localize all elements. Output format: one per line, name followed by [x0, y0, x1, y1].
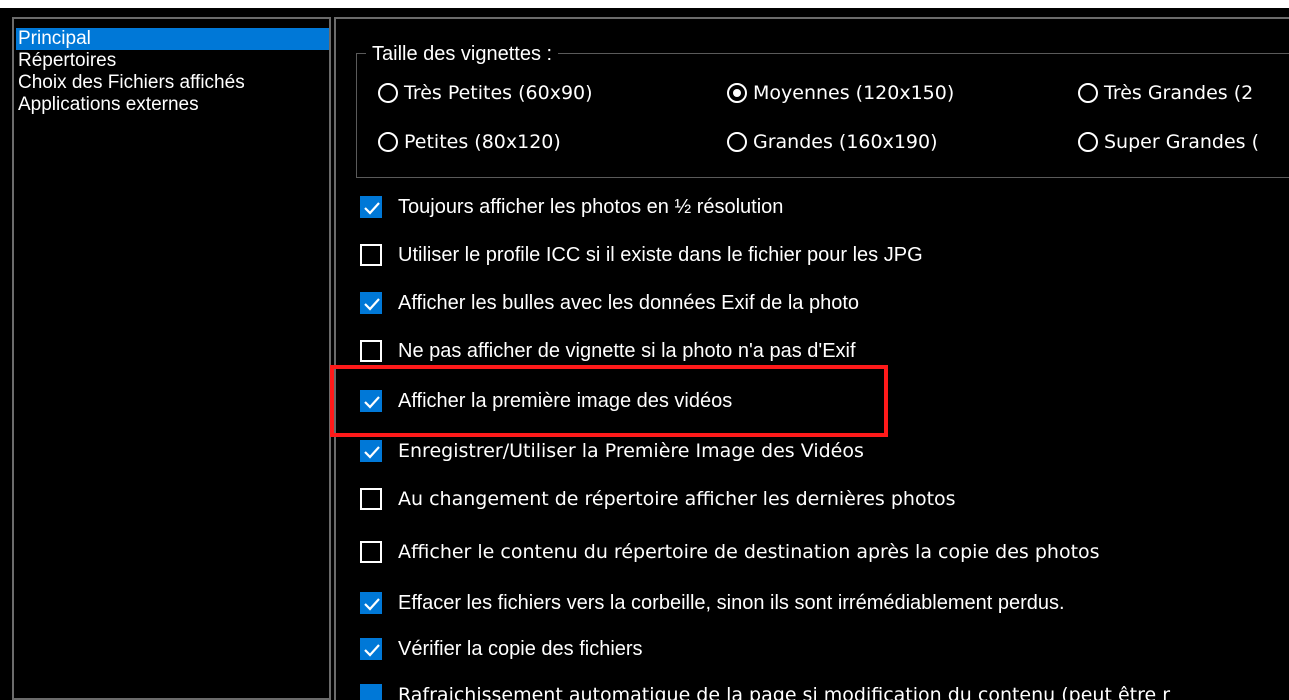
radio-label: Moyennes (120x150): [753, 82, 955, 104]
option-label: Utiliser le profile ICC si il existe dan…: [398, 243, 923, 266]
settings-nav-list: Principal Répertoires Choix des Fichiers…: [12, 17, 331, 700]
option-label: Afficher le contenu du répertoire de des…: [398, 541, 1100, 563]
checkbox-checked-icon[interactable]: [360, 390, 382, 412]
checkbox-unchecked-icon[interactable]: [360, 541, 382, 563]
option-label: Ne pas afficher de vignette si la photo …: [398, 339, 856, 362]
option-effacer-corbeille[interactable]: Effacer les fichiers vers la corbeille, …: [360, 588, 1065, 618]
checkbox-checked-icon[interactable]: [360, 638, 382, 660]
option-rafraichissement[interactable]: Rafraichissement automatique de la page …: [360, 684, 1170, 700]
radio-selected-icon: [727, 83, 747, 103]
radio-grandes[interactable]: Grandes (160x190): [727, 128, 938, 156]
window-top-edge: [0, 0, 1289, 8]
nav-item-principal[interactable]: Principal: [16, 28, 329, 50]
nav-item-choix-fichiers[interactable]: Choix des Fichiers affichés: [18, 72, 245, 94]
option-label: Enregistrer/Utiliser la Première Image d…: [398, 440, 864, 462]
option-profile-icc[interactable]: Utiliser le profile ICC si il existe dan…: [360, 240, 923, 270]
option-label: Vérifier la copie des fichiers: [398, 637, 643, 660]
radio-label: Très Grandes (2: [1104, 82, 1254, 104]
radio-circle-icon: [378, 83, 398, 103]
checkbox-checked-icon[interactable]: [360, 684, 382, 700]
option-dernieres-photos[interactable]: Au changement de répertoire afficher les…: [360, 484, 956, 514]
radio-moyennes[interactable]: Moyennes (120x150): [727, 79, 954, 107]
radio-circle-icon: [378, 132, 398, 152]
radio-label: Grandes (160x190): [753, 131, 938, 153]
checkbox-checked-icon[interactable]: [360, 292, 382, 314]
radio-circle-icon: [1078, 83, 1098, 103]
option-demi-resolution[interactable]: Toujours afficher les photos en ½ résolu…: [360, 192, 783, 222]
option-label: Toujours afficher les photos en ½ résolu…: [398, 195, 784, 218]
thumbnail-size-title: Taille des vignettes :: [366, 42, 559, 66]
option-label: Effacer les fichiers vers la corbeille, …: [398, 591, 1065, 614]
radio-tres-grandes[interactable]: Très Grandes (2: [1078, 79, 1253, 107]
radio-label: Petites (80x120): [404, 131, 561, 153]
checkbox-unchecked-icon[interactable]: [360, 340, 382, 362]
checkbox-unchecked-icon[interactable]: [360, 488, 382, 510]
radio-circle-icon: [1078, 132, 1098, 152]
option-label: Rafraichissement automatique de la page …: [398, 684, 1171, 700]
checkbox-checked-icon[interactable]: [360, 592, 382, 614]
option-contenu-destination[interactable]: Afficher le contenu du répertoire de des…: [360, 537, 1100, 567]
nav-item-applications-externes[interactable]: Applications externes: [18, 94, 199, 116]
radio-tres-petites[interactable]: Très Petites (60x90): [378, 79, 593, 107]
option-pas-vignette-sans-exif[interactable]: Ne pas afficher de vignette si la photo …: [360, 336, 856, 366]
checkbox-checked-icon[interactable]: [360, 196, 382, 218]
option-bulles-exif[interactable]: Afficher les bulles avec les données Exi…: [360, 288, 859, 318]
settings-window: Principal Répertoires Choix des Fichiers…: [0, 0, 1289, 700]
radio-label: Très Petites (60x90): [404, 82, 593, 104]
option-label: Au changement de répertoire afficher les…: [398, 488, 956, 510]
option-verifier-copie[interactable]: Vérifier la copie des fichiers: [360, 634, 643, 664]
thumbnail-size-group: [356, 53, 1289, 178]
nav-item-repertoires[interactable]: Répertoires: [18, 50, 116, 72]
radio-super-grandes[interactable]: Super Grandes (: [1078, 128, 1259, 156]
option-premiere-image-videos[interactable]: Afficher la première image des vidéos: [360, 386, 732, 416]
radio-circle-icon: [727, 132, 747, 152]
option-enregistrer-premiere-image[interactable]: Enregistrer/Utiliser la Première Image d…: [360, 436, 864, 466]
option-label: Afficher la première image des vidéos: [398, 389, 733, 412]
option-label: Afficher les bulles avec les données Exi…: [398, 291, 860, 314]
radio-label: Super Grandes (: [1104, 131, 1260, 153]
option-rafraichissement-clip: Rafraichissement automatique de la page …: [334, 680, 1289, 700]
radio-petites[interactable]: Petites (80x120): [378, 128, 561, 156]
checkbox-checked-icon[interactable]: [360, 440, 382, 462]
checkbox-unchecked-icon[interactable]: [360, 244, 382, 266]
